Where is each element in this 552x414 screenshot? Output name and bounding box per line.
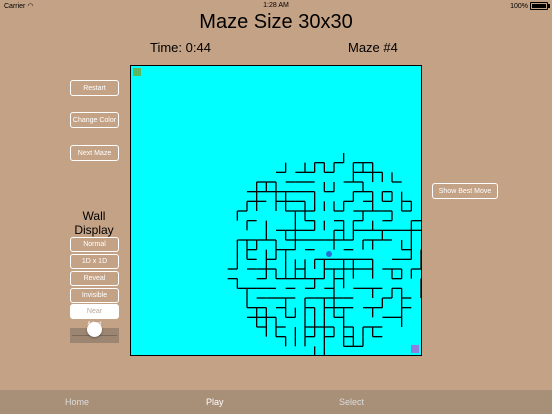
battery-icon (530, 2, 550, 10)
wall-option-1d[interactable]: 1D x 1D (70, 254, 119, 269)
timer-label: Time: 0:44 (150, 40, 211, 55)
battery-percent: 100% (510, 2, 528, 10)
tab-play[interactable]: Play (206, 397, 224, 407)
adjust-slider[interactable]: Adjust (70, 321, 119, 343)
restart-button[interactable]: Restart (70, 80, 119, 96)
tab-home[interactable]: Home (65, 397, 89, 407)
wall-display-title: Wall Display (74, 209, 114, 237)
battery-status: 100% (510, 2, 550, 10)
show-best-move-button[interactable]: Show Best Move (432, 183, 498, 199)
tab-select[interactable]: Select (339, 397, 364, 407)
change-color-button[interactable]: Change Color (70, 112, 119, 128)
player-marker (326, 251, 332, 257)
wall-option-normal[interactable]: Normal (70, 237, 119, 252)
maze-walls (227, 153, 421, 355)
wall-option-invisible[interactable]: Invisible (70, 288, 119, 303)
status-time: 1:28 AM (263, 2, 289, 9)
wall-option-near[interactable]: Near (70, 304, 119, 319)
wall-option-reveal[interactable]: Reveal (70, 271, 119, 286)
maze-board[interactable] (130, 65, 422, 356)
next-maze-button[interactable]: Next Maze (70, 145, 119, 161)
maze-size-title: Maze Size 30x30 (199, 11, 353, 33)
maze-number-label: Maze #4 (348, 40, 398, 55)
slider-thumb[interactable] (87, 322, 102, 337)
tab-bar: Home Play Select (0, 390, 552, 414)
